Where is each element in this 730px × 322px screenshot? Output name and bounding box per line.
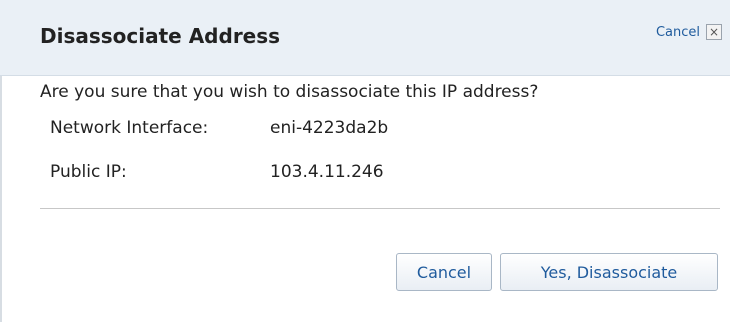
- public-ip-label: Public IP:: [50, 162, 127, 182]
- network-interface-value: eni-4223da2b: [270, 118, 389, 138]
- dialog-title: Disassociate Address: [40, 24, 281, 48]
- network-interface-label: Network Interface:: [50, 118, 209, 138]
- public-ip-value: 103.4.11.246: [270, 162, 384, 182]
- close-icon[interactable]: ×: [706, 24, 722, 40]
- confirmation-question: Are you sure that you wish to disassocia…: [40, 82, 539, 102]
- disassociate-address-dialog: Disassociate Address Cancel × Are you su…: [0, 0, 730, 322]
- divider: [40, 208, 720, 209]
- dialog-header: Disassociate Address Cancel ×: [0, 0, 730, 76]
- header-cancel-link[interactable]: Cancel ×: [656, 24, 722, 40]
- cancel-button[interactable]: Cancel: [396, 253, 492, 291]
- header-cancel-label[interactable]: Cancel: [656, 25, 700, 40]
- yes-disassociate-button[interactable]: Yes, Disassociate: [500, 253, 718, 291]
